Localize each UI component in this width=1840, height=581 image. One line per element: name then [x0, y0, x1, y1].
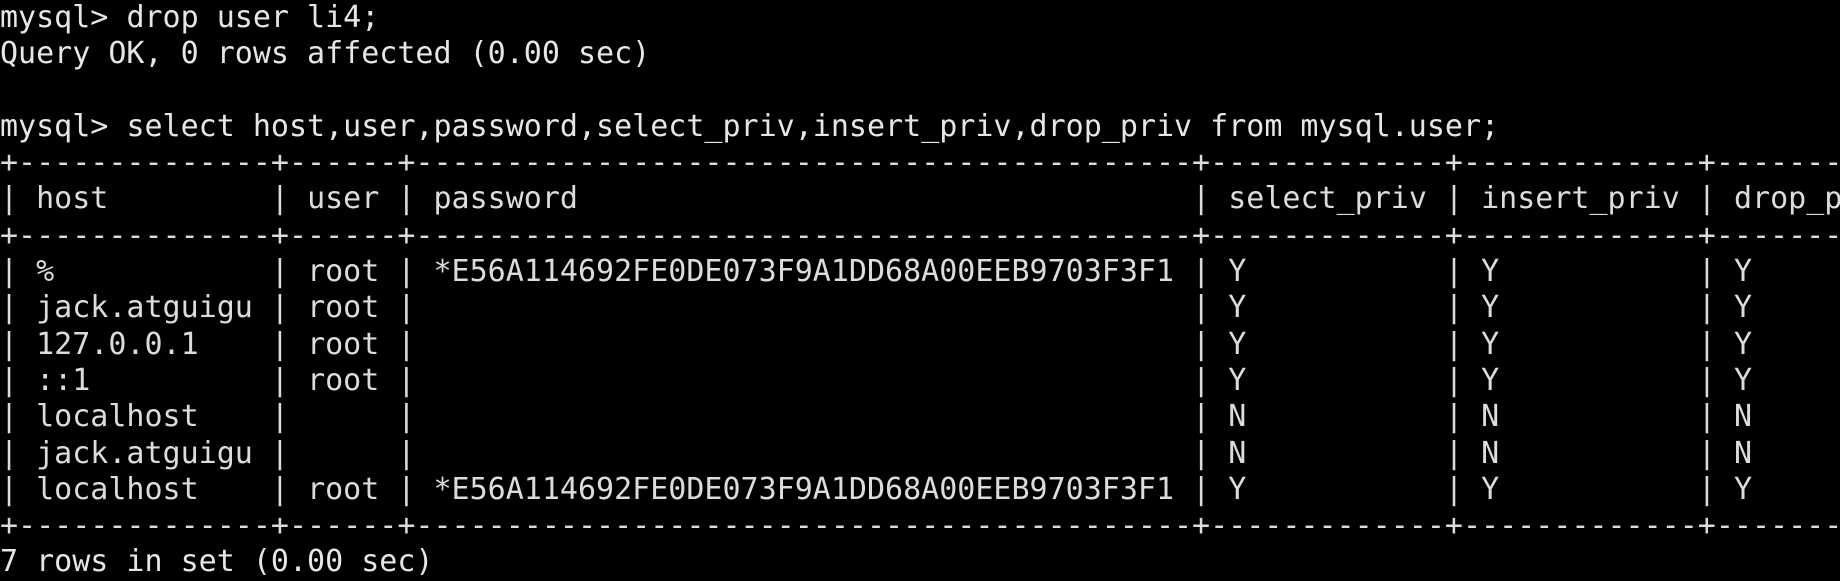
table-cell-host: %	[36, 254, 253, 290]
table-row: | jack.atguigu | | | N | N | N |	[0, 436, 1840, 472]
table-cell-user: root	[307, 290, 380, 326]
table-row: | ::1 | root | | Y | Y | Y |	[0, 363, 1840, 399]
table-cell-insert-priv: Y	[1481, 290, 1680, 326]
table-cell-drop-priv: N	[1733, 435, 1753, 471]
table-cell-insert-priv: Y	[1481, 326, 1680, 362]
table-cell-select-priv: N	[1228, 435, 1427, 471]
table-border-bottom: +--------------+------+-----------------…	[0, 508, 1840, 544]
command-line-1: mysql> drop user li4;	[0, 0, 1840, 36]
table-cell-select-priv: Y	[1228, 254, 1427, 290]
table-cell-password	[434, 290, 1175, 325]
table-row: | % | root | *E56A114692FE0DE073F9A1DD68…	[0, 254, 1840, 290]
table-cell-user	[307, 436, 379, 471]
table-row: | 127.0.0.1 | root | | Y | Y | Y |	[0, 327, 1840, 363]
table-cell-drop-priv: Y	[1733, 290, 1753, 326]
mysql-prompt: mysql>	[0, 0, 127, 35]
table-cell-insert-priv: Y	[1481, 254, 1680, 290]
table-cell-host: jack.atguigu	[36, 290, 253, 326]
table-cell-host: ::1	[36, 362, 253, 398]
table-cell-select-priv: Y	[1228, 471, 1427, 507]
column-header-select-priv: select_priv	[1228, 181, 1427, 217]
table-cell-select-priv: Y	[1228, 290, 1427, 326]
table-cell-host: localhost	[36, 399, 253, 435]
query-result-message: Query OK, 0 rows affected (0.00 sec)	[0, 36, 651, 72]
terminal-window[interactable]: mysql> drop user li4; Query OK, 0 rows a…	[0, 0, 1840, 580]
table-cell-insert-priv: Y	[1481, 362, 1680, 398]
table-cell-drop-priv: Y	[1733, 362, 1753, 398]
table-cell-password	[434, 436, 1175, 471]
table-row: | localhost | root | *E56A114692FE0DE073…	[0, 472, 1840, 508]
column-header-host: host	[36, 181, 253, 217]
table-cell-drop-priv: Y	[1733, 254, 1753, 290]
table-cell-user: root	[307, 471, 380, 507]
table-row: | jack.atguigu | root | | Y | Y | Y |	[0, 290, 1840, 326]
table-cell-user	[307, 399, 379, 434]
table-cell-insert-priv: N	[1481, 399, 1680, 435]
column-header-user: user	[307, 181, 380, 217]
select-command: select host,user,password,select_priv,in…	[126, 108, 1500, 144]
table-cell-insert-priv: Y	[1481, 471, 1680, 507]
column-header-password: password	[433, 181, 1175, 217]
column-header-insert-priv: insert_priv	[1481, 181, 1680, 217]
table-row: | localhost | | | N | N | N |	[0, 399, 1840, 435]
table-cell-user: root	[307, 254, 380, 290]
table-cell-password	[434, 327, 1175, 362]
mysql-prompt: mysql>	[0, 108, 127, 144]
table-cell-drop-priv: N	[1733, 399, 1753, 435]
table-cell-password: *E56A114692FE0DE073F9A1DD68A00EEB9703F3F…	[433, 254, 1175, 290]
column-header-drop-priv: drop_priv	[1733, 181, 1840, 217]
table-cell-password	[434, 399, 1175, 434]
table-cell-host: jack.atguigu	[36, 435, 253, 471]
table-cell-password	[434, 363, 1175, 398]
table-border-top: +--------------+------+-----------------…	[0, 145, 1840, 181]
table-cell-select-priv: N	[1228, 399, 1427, 435]
table-cell-host: 127.0.0.1	[36, 326, 253, 362]
table-cell-drop-priv: Y	[1733, 326, 1753, 362]
table-cell-user: root	[307, 362, 380, 398]
table-header-row: | host | user | password | select_priv |…	[0, 181, 1840, 217]
command-line-2: mysql> select host,user,password,select_…	[0, 109, 1840, 145]
table-cell-select-priv: Y	[1228, 362, 1427, 398]
drop-user-command: drop user li4;	[126, 0, 380, 35]
table-cell-drop-priv: Y	[1733, 471, 1753, 507]
rows-in-set-footer: 7 rows in set (0.00 sec)	[0, 544, 434, 580]
table-border-header: +--------------+------+-----------------…	[0, 217, 1840, 253]
table-cell-user: root	[307, 326, 380, 362]
table-cell-host: localhost	[36, 471, 253, 507]
table-cell-insert-priv: N	[1481, 435, 1680, 471]
result-table: +--------------+------+-----------------…	[0, 145, 1840, 544]
table-cell-select-priv: Y	[1228, 326, 1427, 362]
table-cell-password: *E56A114692FE0DE073F9A1DD68A00EEB9703F3F…	[433, 471, 1175, 507]
